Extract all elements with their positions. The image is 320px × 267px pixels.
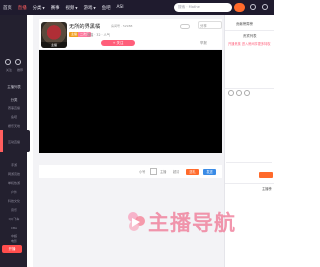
sidebar-item-qqspeed[interactable]: QQ飞车 [3, 217, 25, 221]
sidebar-item-interactive[interactable]: 互动直播 [3, 140, 25, 144]
settings-icon[interactable] [236, 90, 242, 96]
follow-button[interactable]: + 关注 [101, 40, 135, 46]
bell-icon[interactable] [244, 90, 250, 96]
nav-games-label: 游戏 [83, 5, 93, 11]
sidebar-item-streamers[interactable]: 主播列表 [3, 84, 25, 89]
sidebar-item-recommend[interactable]: 推荐 [9, 68, 31, 72]
chat-input[interactable] [226, 162, 272, 170]
contribution-title: 贡献榜周榜 [236, 22, 253, 26]
ctrl-anchor[interactable]: 主播 [160, 169, 166, 174]
report-button[interactable]: 举报 [200, 40, 207, 45]
chevron-down-icon: ▼ [42, 5, 45, 10]
toggle-switch[interactable] [180, 24, 190, 29]
sidebar-item-cba[interactable]: CBA [3, 226, 25, 230]
divider [225, 183, 274, 184]
streamer-avatar[interactable]: 主播 [41, 22, 67, 48]
chevron-down-icon: ▼ [75, 5, 78, 10]
sidebar-item-outdoor[interactable]: 户外 [3, 190, 25, 194]
sidebar-item-csl[interactable]: 中超 [3, 234, 25, 238]
send-gift-button[interactable]: 送礼 [186, 169, 199, 175]
chat-send-button[interactable] [259, 172, 273, 178]
noble-link[interactable]: 开通贵族 进入房间享更多特权 [228, 41, 270, 46]
top-nav-bar: 首页 直播 分类▼ 赛事 视频▼ 游戏▼ 鱼吧 ASI [0, 0, 274, 15]
send-button[interactable]: 发送 [203, 169, 216, 175]
recommend-icon[interactable] [15, 59, 21, 65]
sidebar-item-tech[interactable]: 科技文化 [3, 199, 25, 203]
streamer-rank-label: 主播榜 [262, 187, 272, 191]
nav-live[interactable]: 直播 [18, 5, 27, 11]
nav-asi[interactable]: ASI [117, 5, 124, 10]
sidebar-item-mobile[interactable]: 手游 [3, 163, 25, 167]
sidebar-item-yuba[interactable]: 鱼吧 [3, 115, 25, 119]
nav-yuba[interactable]: 鱼吧 [102, 5, 111, 11]
page-root: 首页 直播 分类▼ 赛事 视频▼ 游戏▼ 鱼吧 ASI 搜索 · Mathe 关… [0, 0, 274, 267]
sidebar-item-single[interactable]: 单机热游 [3, 181, 25, 185]
nav-games[interactable]: 游戏▼ [84, 5, 96, 11]
avatar-caption: 主播 [41, 42, 67, 48]
search-input[interactable]: 搜索 · Mathe [174, 3, 232, 12]
room-sub-info: 熊猫 · 32 · 人气 [87, 33, 110, 37]
video-player[interactable] [39, 50, 222, 153]
room-title: 无所的界黑橘 [69, 24, 101, 30]
gift-icon[interactable] [150, 168, 157, 175]
search-button[interactable] [234, 3, 245, 12]
user-avatar-icon[interactable] [262, 4, 268, 10]
chevron-down-icon: ▼ [93, 5, 96, 10]
room-meta: 房间号 · 52988 [111, 24, 133, 28]
nav-video-label: 视频 [65, 5, 75, 11]
nav-home[interactable]: 首页 [3, 5, 12, 11]
go-live-button[interactable]: 开播 [2, 245, 22, 253]
watermark-text: 主播导航 [148, 211, 236, 235]
nav-category-label: 分类 [32, 5, 42, 11]
vip-list-title: 贵宾列表 [243, 34, 257, 38]
nav-events[interactable]: 赛事 [51, 5, 60, 11]
sidebar-collapse-handle[interactable] [27, 130, 30, 152]
ctrl-quality[interactable]: 超清 [173, 169, 179, 174]
history-icon[interactable] [250, 4, 256, 10]
sidebar-item-movie[interactable]: 电影 [3, 239, 25, 243]
ctrl-small[interactable]: 小号 [139, 169, 145, 174]
divider [225, 30, 274, 31]
sidebar-active-indicator [0, 130, 3, 152]
nav-category[interactable]: 分类▼ [33, 5, 45, 11]
sidebar-item-category[interactable]: 分类 [3, 97, 25, 102]
sidebar-item-music[interactable]: 音乐 [3, 208, 25, 212]
sidebar-item-entertainment[interactable]: 娱乐天地 [3, 124, 25, 128]
sidebar-item-online[interactable]: 网游竞技 [3, 172, 25, 176]
emoji-icon[interactable] [228, 90, 234, 96]
divider [225, 88, 274, 89]
follow-icon[interactable] [5, 59, 11, 65]
nav-video[interactable]: 视频▼ [66, 5, 78, 11]
sidebar-item-events[interactable]: 赛事直播 [3, 106, 25, 110]
share-button[interactable]: 分享 [200, 23, 207, 28]
